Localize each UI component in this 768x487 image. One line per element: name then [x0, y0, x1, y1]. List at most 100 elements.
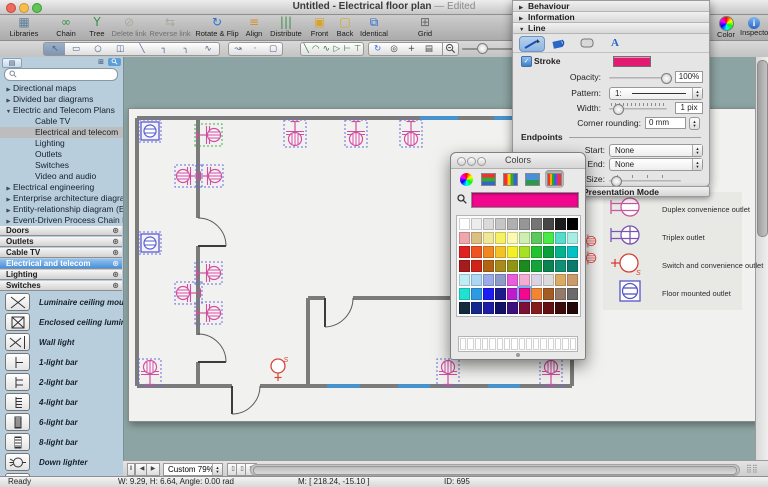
gear-icon[interactable]: ⊛ [112, 259, 119, 269]
close-icon[interactable] [6, 3, 16, 13]
corner-rounding-field[interactable]: 0 mm [645, 117, 686, 129]
color-swatch[interactable] [567, 246, 578, 258]
gear-icon[interactable]: ⊛ [112, 281, 119, 291]
color-swatch[interactable] [543, 288, 554, 300]
recent-color-slot[interactable] [460, 338, 466, 350]
color-swatch[interactable] [459, 260, 470, 272]
library-item-1-light-bar[interactable]: 1-light bar [5, 352, 78, 372]
recent-color-slot[interactable] [511, 338, 517, 350]
corner-stepper[interactable]: ▲▼ [689, 117, 700, 130]
color-swatch[interactable] [519, 246, 530, 258]
color-swatch[interactable] [555, 274, 566, 286]
color-wheel-icon[interactable] [457, 170, 476, 188]
sidebar-tree-electric-and-telecom-plans[interactable]: ▼Electric and Telecom Plans [0, 105, 124, 116]
chevron-right-icon[interactable]: ▶ [4, 217, 13, 226]
color-swatch[interactable] [507, 260, 518, 272]
sidebar-tree-cable-tv[interactable]: Cable TV [0, 116, 124, 127]
recent-color-slot[interactable] [555, 338, 561, 350]
presentation-mode-header[interactable]: ▶Presentation Mode [568, 186, 710, 197]
color-swatch[interactable] [459, 302, 470, 314]
pattern-dropdown[interactable]: 1: ▲▼ [609, 87, 703, 100]
chevron-right-icon[interactable]: ▶ [4, 206, 13, 215]
crayons-icon[interactable] [545, 170, 564, 188]
stamp-tool[interactable]: ▤ [420, 42, 438, 56]
chevron-right-icon[interactable]: ▶ [4, 184, 13, 193]
toolbar-tree-button[interactable]: YTree [85, 15, 109, 40]
color-swatch[interactable] [531, 260, 542, 272]
recent-color-slot[interactable] [533, 338, 539, 350]
library-item-6-light-bar[interactable]: 6-light bar [5, 412, 78, 432]
library-section-doors[interactable]: Doors⊛ [0, 226, 122, 236]
color-swatch[interactable] [555, 218, 566, 230]
opacity-slider[interactable] [609, 77, 667, 79]
pane-splitter-handle[interactable]: ‖ [127, 463, 135, 476]
toolbar-identical-button[interactable]: ⧉Identical [357, 15, 391, 40]
library-section-switches[interactable]: Switches⊛ [0, 281, 122, 291]
recent-color-slot[interactable] [570, 338, 576, 350]
library-item-enclosed-ceiling-luminaire[interactable]: Enclosed ceiling luminaire [5, 312, 124, 332]
sidebar-tree-video-and-audio[interactable]: Video and audio [0, 171, 124, 182]
toolbar-distribute-button[interactable]: |||Distribute [267, 15, 305, 40]
color-swatch[interactable] [483, 274, 494, 286]
sidebar-tree-electrical-and-telecom[interactable]: Electrical and telecom [0, 127, 124, 138]
recent-color-slot[interactable] [475, 338, 481, 350]
frame-tool[interactable]: ▢ [264, 42, 283, 56]
zoom-window-icon[interactable] [32, 3, 42, 13]
color-swatch[interactable] [507, 232, 518, 244]
end-dropdown[interactable]: None ▲▼ [609, 158, 703, 171]
color-swatch[interactable] [567, 218, 578, 230]
toolbar-align-button[interactable]: ≡Align [241, 15, 267, 40]
color-swatch[interactable] [459, 246, 470, 258]
toolbar-inspectors-button[interactable]: iInspectors [740, 15, 768, 40]
image-palettes-icon[interactable] [523, 170, 542, 188]
library-item-8-light-bar[interactable]: 8-light bar [5, 432, 78, 452]
grid-view-icon[interactable]: ⊞ [95, 58, 107, 66]
width-slider-knob[interactable] [613, 104, 624, 115]
colors-dialog-titlebar[interactable]: Colors [451, 153, 585, 169]
chevron-right-icon[interactable]: ▶ [4, 85, 13, 94]
color-swatch[interactable] [495, 288, 506, 300]
recent-color-slot[interactable] [519, 338, 525, 350]
color-swatch[interactable] [543, 302, 554, 314]
color-swatch[interactable] [555, 260, 566, 272]
toolbar-rotate-flip-button[interactable]: ↻Rotate & Flip [193, 15, 241, 40]
fill-tab-icon[interactable] [547, 36, 571, 50]
horizontal-scrollbar-thumb[interactable] [253, 466, 737, 475]
color-swatch[interactable] [531, 274, 542, 286]
angle-connector-tool[interactable]: ┐ [153, 42, 176, 56]
gear-icon[interactable]: ⊛ [112, 226, 119, 236]
library-item-down-lighter[interactable]: Down lighter [5, 452, 87, 472]
stroke-tab-icon[interactable] [519, 36, 545, 52]
color-swatch[interactable] [459, 218, 470, 230]
color-swatch[interactable] [495, 232, 506, 244]
opacity-value-field[interactable]: 100% [675, 71, 703, 83]
color-swatch[interactable] [531, 232, 542, 244]
behaviour-section-header[interactable]: ▶Behaviour [513, 1, 709, 12]
library-section-outlets[interactable]: Outlets⊛ [0, 237, 122, 247]
color-swatch[interactable] [555, 288, 566, 300]
toolbar-libraries-button[interactable]: ▦Libraries [2, 15, 46, 40]
color-swatch[interactable] [531, 246, 542, 258]
color-swatch[interactable] [531, 288, 542, 300]
vtree-tool[interactable]: ⊤ [353, 42, 365, 56]
width-value-field[interactable]: 1 pix [675, 102, 703, 114]
library-section-cable-tv[interactable]: Cable TV⊛ [0, 248, 122, 258]
chevron-down-icon[interactable]: ▼ [4, 107, 13, 116]
color-swatch[interactable] [519, 288, 530, 300]
color-swatch[interactable] [483, 288, 494, 300]
color-swatch[interactable] [555, 232, 566, 244]
color-swatch[interactable] [483, 232, 494, 244]
color-swatch[interactable] [471, 232, 482, 244]
color-swatch[interactable] [483, 246, 494, 258]
recent-color-slot[interactable] [548, 338, 554, 350]
start-dropdown[interactable]: None ▲▼ [609, 144, 703, 157]
color-swatch[interactable] [495, 260, 506, 272]
color-swatch[interactable] [471, 288, 482, 300]
color-swatch[interactable] [543, 246, 554, 258]
floor-outlet-symbol[interactable] [139, 232, 161, 254]
sidebar-tree-divided-bar-diagrams[interactable]: ▶Divided bar diagrams [0, 94, 124, 105]
color-swatch[interactable] [471, 274, 482, 286]
recent-color-slot[interactable] [540, 338, 546, 350]
color-swatch[interactable] [567, 274, 578, 286]
color-swatch[interactable] [483, 302, 494, 314]
